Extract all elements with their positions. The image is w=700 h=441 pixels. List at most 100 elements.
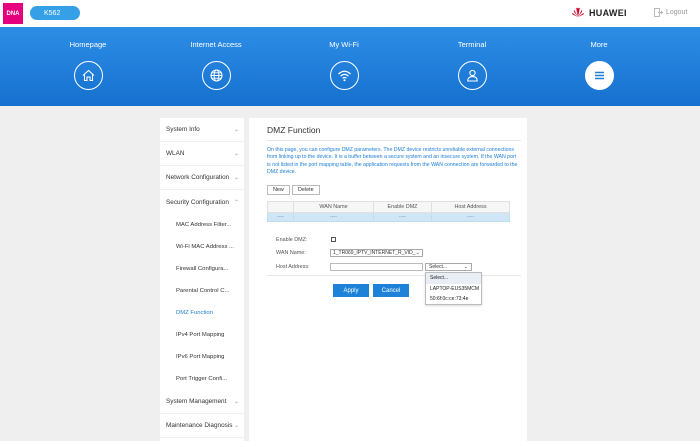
host-address-input[interactable] — [330, 263, 423, 271]
table-header-cell: WAN Name — [293, 201, 374, 213]
chevron-down-icon: ⌄ — [233, 399, 239, 405]
enable-dmz-checkbox[interactable] — [331, 237, 336, 242]
nav-item-internet-access[interactable]: Internet Access — [171, 27, 261, 106]
nav-icon-circle — [201, 61, 231, 90]
sidebar-item-parental-control[interactable]: Parental Control C... — [160, 280, 244, 302]
wan-name-label: WAN Name: — [276, 250, 306, 256]
nav-item-homepage[interactable]: Homepage — [43, 27, 133, 106]
chevron-down-icon: ⌄ — [415, 250, 420, 256]
sidebar-item-label: IPv4 Port Mapping — [176, 332, 225, 338]
sidebar-item-security-configuration[interactable]: Security Configuration ⌃ — [160, 190, 244, 214]
sidebar-item-label: Wi-Fi MAC Address ... — [176, 244, 234, 250]
wan-name-select[interactable]: 1_TR069_IPTV_INTERNET_R_VID_ ⌄ — [330, 249, 423, 257]
nav-icon-circle — [73, 61, 103, 90]
host-address-select[interactable]: Select... ⌄ — [425, 263, 472, 271]
main-navigation: Homepage Internet Access My Wi-Fi Termin… — [0, 27, 700, 106]
chevron-down-icon: ⌄ — [233, 127, 239, 133]
nav-label: Homepage — [69, 40, 107, 49]
globe-icon — [209, 69, 223, 82]
nav-label: Terminal — [457, 40, 487, 49]
sidebar-item-maintenance-diagnosis[interactable]: Maintenance Diagnosis ⌄ — [160, 414, 244, 438]
sidebar-item-label: Firewall Configura... — [176, 266, 229, 272]
table-row[interactable]: ---- ---- ---- ---- — [267, 212, 510, 222]
right-background — [530, 118, 700, 441]
logout-icon — [654, 8, 663, 17]
sidebar-item-label: Port Trigger Confi... — [176, 376, 228, 382]
sidebar-item-label: Parental Control C... — [176, 288, 230, 294]
sidebar-item-network-configuration[interactable]: Network Configuration ⌄ — [160, 166, 244, 190]
table-cell: ---- — [373, 212, 432, 222]
nav-label: Internet Access — [190, 40, 242, 49]
dropdown-option[interactable]: LAPTOP-EUS35MCM — [426, 284, 481, 295]
apply-button[interactable]: Apply — [333, 284, 369, 297]
sidebar-item-system-management[interactable]: System Management ⌄ — [160, 390, 244, 414]
home-icon — [82, 69, 94, 82]
dmz-table: WAN Name Enable DMZ Host Address ---- --… — [267, 201, 510, 222]
sidebar-item-ipv4-port-mapping[interactable]: IPv4 Port Mapping — [160, 324, 244, 346]
sidebar-item-system-info[interactable]: System Info ⌄ — [160, 118, 244, 142]
nav-icon-circle — [329, 61, 359, 90]
device-name-badge[interactable]: K562 — [30, 6, 80, 20]
logout-label: Logout — [666, 9, 688, 16]
host-address-dropdown: Select... LAPTOP-EUS35MCM 50:6f:0c:ce:73… — [425, 272, 482, 305]
wan-name-value: 1_TR069_IPTV_INTERNET_R_VID_ — [333, 250, 416, 256]
sidebar-item-firewall-configuration[interactable]: Firewall Configura... — [160, 258, 244, 280]
nav-item-my-wifi[interactable]: My Wi-Fi — [299, 27, 389, 106]
sidebar-item-dmz-function[interactable]: DMZ Function — [160, 302, 244, 324]
nav-label: My Wi-Fi — [329, 40, 359, 49]
sidebar-item-label: IPv6 Port Mapping — [176, 354, 225, 360]
sidebar: System Info ⌄ WLAN ⌄ Network Configurati… — [160, 118, 244, 441]
form-divider — [267, 275, 521, 276]
cancel-button[interactable]: Cancel — [373, 284, 409, 297]
sidebar-item-label: Network Configuration — [166, 174, 230, 181]
sidebar-item-label: MAC Address Filter... — [176, 222, 232, 228]
dmz-panel: DMZ Function On this page, you can confi… — [249, 118, 527, 441]
dna-logo: DNA — [3, 3, 23, 24]
user-icon — [466, 69, 478, 82]
sidebar-item-mac-address-filter[interactable]: MAC Address Filter... — [160, 214, 244, 236]
nav-icon-circle — [584, 61, 614, 90]
brand-name: HUAWEI — [589, 7, 627, 18]
menu-icon — [594, 71, 604, 80]
table-header-cell: Host Address — [431, 201, 510, 213]
nav-item-terminal[interactable]: Terminal — [427, 27, 517, 106]
sidebar-item-label: Maintenance Diagnosis — [166, 422, 233, 429]
dropdown-option[interactable]: 50:6f:0c:ce:73:4e — [426, 294, 481, 305]
sidebar-item-label: System Management — [166, 398, 227, 405]
enable-dmz-label: Enable DMZ: — [276, 237, 308, 243]
huawei-logo-icon — [572, 7, 584, 18]
nav-item-more[interactable]: More — [554, 27, 644, 106]
dropdown-option[interactable]: Select... — [426, 273, 481, 284]
top-bar: DNA K562 HUAWEI Logout — [0, 0, 700, 27]
page-title: DMZ Function — [267, 125, 321, 135]
sidebar-item-label: WLAN — [166, 150, 185, 157]
sidebar-item-ipv6-port-mapping[interactable]: IPv6 Port Mapping — [160, 346, 244, 368]
chevron-down-icon: ⌄ — [233, 423, 239, 429]
table-header-cell: Enable DMZ — [373, 201, 432, 213]
host-select-value: Select... — [429, 264, 448, 270]
table-cell: ---- — [431, 212, 510, 222]
huawei-brand: HUAWEI — [571, 7, 627, 18]
sidebar-item-label: DMZ Function — [176, 310, 213, 316]
sidebar-item-label: System Info — [166, 126, 200, 133]
new-button[interactable]: New — [267, 185, 290, 195]
sidebar-item-port-trigger[interactable]: Port Trigger Confi... — [160, 368, 244, 390]
sidebar-item-label: Security Configuration — [166, 198, 229, 206]
wifi-icon — [337, 70, 351, 82]
page-description: On this page, you can configure DMZ para… — [267, 147, 518, 176]
sidebar-item-wifi-mac-address[interactable]: Wi-Fi MAC Address ... — [160, 236, 244, 258]
nav-icon-circle — [457, 61, 487, 90]
title-divider — [267, 140, 521, 141]
table-header-row: WAN Name Enable DMZ Host Address — [267, 201, 510, 213]
host-address-label: Host Address: — [276, 264, 310, 270]
sidebar-item-wlan[interactable]: WLAN ⌄ — [160, 142, 244, 166]
chevron-up-icon: ⌃ — [233, 199, 239, 206]
table-header-cell — [267, 201, 294, 213]
chevron-down-icon: ⌄ — [463, 264, 468, 270]
nav-label: More — [590, 40, 608, 49]
logout-link[interactable]: Logout — [654, 8, 687, 17]
table-cell: ---- — [267, 212, 294, 222]
chevron-down-icon: ⌄ — [233, 175, 239, 181]
table-cell: ---- — [293, 212, 374, 222]
delete-button[interactable]: Delete — [292, 185, 320, 195]
